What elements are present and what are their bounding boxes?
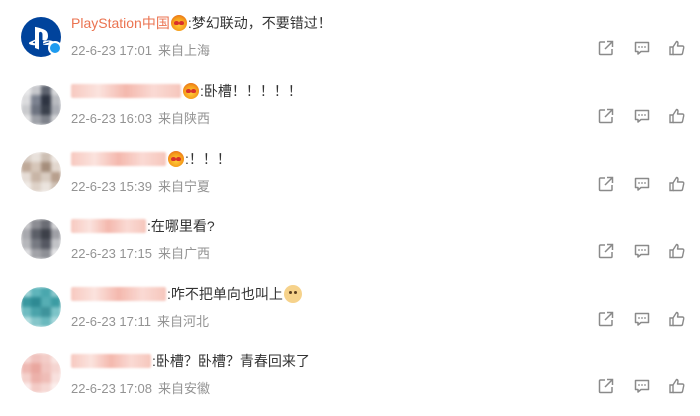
comment-actions — [597, 107, 687, 125]
verified-badge-icon — [48, 41, 62, 55]
like-icon[interactable] — [668, 39, 686, 57]
forward-icon[interactable] — [597, 310, 615, 328]
forward-icon[interactable] — [597, 175, 615, 193]
like-icon[interactable] — [668, 242, 686, 260]
comment-date: 22-6-23 17:11 — [71, 314, 151, 329]
comment-actions — [597, 242, 687, 260]
comment-location: 来自陕西 — [157, 111, 210, 126]
comment-text: :咋不把单向也叫上 — [167, 286, 283, 302]
like-icon[interactable] — [668, 175, 686, 193]
comment-date: 22-6-23 17:01 — [71, 43, 152, 58]
avatar[interactable] — [21, 353, 61, 393]
comment-text: :卧槽？卧槽？青春回来了 — [152, 353, 310, 369]
comment-item: :卧槽？卧槽？青春回来了 22-6-23 17:08 来自安徽 — [0, 350, 700, 416]
blurred-avatar-image — [21, 152, 61, 192]
blurred-username[interactable] — [71, 84, 181, 98]
comment-item: :在哪里看? 22-6-23 17:15 来自广西 — [0, 215, 700, 281]
avatar[interactable] — [21, 152, 61, 192]
comment-date: 22-6-23 15:39 — [71, 179, 152, 194]
like-icon[interactable] — [668, 310, 686, 328]
comment-text: :卧槽！！！！！ — [200, 83, 302, 99]
comment-text: :梦幻联动，不要错过！ — [187, 15, 332, 31]
comment-icon[interactable] — [633, 39, 651, 57]
comment-location: 来自上海 — [157, 43, 210, 58]
comment-meta: 22-6-23 17:01 来自上海 — [71, 40, 210, 59]
comment-meta: 22-6-23 17:15 来自广西 — [71, 243, 210, 262]
comment-item: :咋不把单向也叫上 22-6-23 17:11 来自河北 — [0, 283, 700, 349]
comment-text: :在哪里看? — [147, 218, 215, 234]
comment-location: 来自广西 — [157, 246, 210, 261]
comment-location: 来自安徽 — [157, 381, 210, 396]
blurred-username[interactable] — [71, 219, 146, 233]
blurred-avatar-image — [21, 219, 61, 259]
forward-icon[interactable] — [597, 377, 615, 395]
doge-emoji-icon — [283, 285, 302, 303]
comment-actions — [597, 175, 687, 193]
forward-icon[interactable] — [597, 107, 615, 125]
comment-actions — [597, 39, 687, 57]
comment-line: PlayStation中国 :梦幻联动，不要错过！ — [71, 12, 332, 34]
comment-icon[interactable] — [633, 107, 651, 125]
comment-location: 来自河北 — [157, 314, 210, 329]
comment-actions — [597, 377, 687, 395]
comment-item: PlayStation中国 :梦幻联动，不要错过！ 22-6-23 17:01 来… — [0, 12, 700, 78]
fire-face-emoji-icon — [168, 151, 184, 167]
comment-location: 来自宁夏 — [157, 179, 210, 194]
comment-icon[interactable] — [633, 175, 651, 193]
like-icon[interactable] — [668, 107, 686, 125]
comment-line: :！！！ — [71, 148, 231, 170]
blurred-username[interactable] — [71, 152, 166, 166]
comment-meta: 22-6-23 17:08 来自安徽 — [71, 378, 210, 397]
comment-line: :卧槽？卧槽？青春回来了 — [71, 350, 310, 372]
blurred-username[interactable] — [71, 354, 151, 368]
comment-text: :！！！ — [185, 151, 231, 167]
comment-date: 22-6-23 16:03 — [71, 111, 152, 126]
avatar[interactable] — [21, 85, 61, 125]
forward-icon[interactable] — [597, 39, 615, 57]
comment-actions — [597, 310, 687, 328]
comment-item: :！！！ 22-6-23 15:39 来自宁夏 — [0, 148, 700, 214]
comment-meta: 22-6-23 15:39 来自宁夏 — [71, 176, 210, 195]
like-icon[interactable] — [668, 377, 686, 395]
comment-line: :咋不把单向也叫上 — [71, 283, 303, 305]
comment-date: 22-6-23 17:08 — [71, 381, 152, 396]
avatar[interactable] — [21, 287, 61, 327]
comment-icon[interactable] — [633, 242, 651, 260]
comment-item: :卧槽！！！！！ 22-6-23 16:03 来自陕西 — [0, 80, 700, 146]
username-link[interactable]: PlayStation中国 — [71, 13, 170, 33]
comment-icon[interactable] — [633, 377, 651, 395]
blurred-avatar-image — [21, 353, 61, 393]
comment-meta: 22-6-23 16:03 来自陕西 — [71, 108, 210, 127]
forward-icon[interactable] — [597, 242, 615, 260]
comment-line: :卧槽！！！！！ — [71, 80, 302, 102]
comment-date: 22-6-23 17:15 — [71, 246, 152, 261]
comment-line: :在哪里看? — [71, 215, 215, 237]
comment-meta: 22-6-23 17:11 来自河北 — [71, 311, 209, 330]
fire-face-emoji-icon — [183, 83, 199, 99]
comment-icon[interactable] — [633, 310, 651, 328]
fire-face-emoji-icon — [170, 15, 187, 31]
avatar[interactable] — [21, 219, 61, 259]
blurred-avatar-image — [21, 287, 61, 327]
blurred-username[interactable] — [71, 287, 166, 301]
blurred-avatar-image — [21, 85, 61, 125]
